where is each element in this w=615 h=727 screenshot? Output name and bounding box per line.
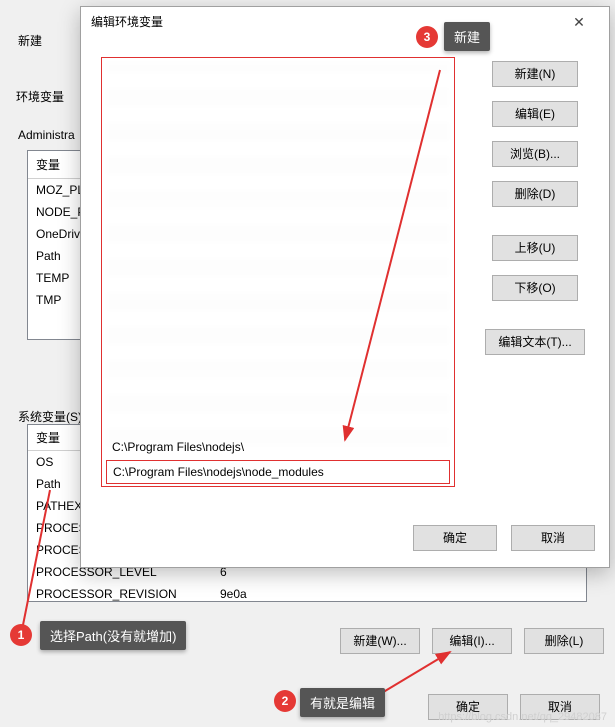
modal-cancel-button[interactable]: 取消 bbox=[511, 525, 595, 551]
env-section-label: 环境变量 bbox=[12, 88, 68, 105]
callout-1-badge: 1 bbox=[10, 624, 32, 646]
move-down-button[interactable]: 下移(O) bbox=[492, 275, 578, 301]
sys-section-label: 系统变量(S) bbox=[18, 408, 82, 425]
modal-confirm-row: 确定 取消 bbox=[413, 525, 595, 551]
move-up-button[interactable]: 上移(U) bbox=[492, 235, 578, 261]
blurred-entries bbox=[106, 62, 450, 446]
callout-2-label: 有就是编辑 bbox=[300, 688, 385, 717]
dialog-titlebar[interactable]: 编辑环境变量 ✕ bbox=[81, 7, 609, 37]
toolbar-new-label[interactable]: 新建 bbox=[18, 32, 42, 49]
delete-entry-button[interactable]: 删除(D) bbox=[492, 181, 578, 207]
callout-3-badge: 3 bbox=[416, 26, 438, 48]
callout-3-label: 新建 bbox=[444, 22, 490, 51]
list-item-highlighted[interactable]: C:\Program Files\nodejs\node_modules bbox=[106, 460, 450, 484]
modal-ok-button[interactable]: 确定 bbox=[413, 525, 497, 551]
table-row[interactable]: PROCESSOR_REVISION9e0a bbox=[28, 583, 586, 605]
dialog-title: 编辑环境变量 bbox=[91, 7, 163, 37]
visible-path-rows: C:\Program Files\nodejs\ C:\Program File… bbox=[106, 436, 450, 484]
new-entry-button[interactable]: 新建(N) bbox=[492, 61, 578, 87]
delete-sysvar-button[interactable]: 删除(L) bbox=[524, 628, 604, 654]
new-sysvar-button[interactable]: 新建(W)... bbox=[340, 628, 420, 654]
callout-1-label: 选择Path(没有就增加) bbox=[40, 621, 186, 650]
edit-env-var-dialog: 编辑环境变量 ✕ C:\Program Files\nodejs\ C:\Pro… bbox=[80, 6, 610, 568]
path-entries-list[interactable]: C:\Program Files\nodejs\ C:\Program File… bbox=[101, 57, 455, 487]
watermark: https://blog.csdn.net/qq_29482087 bbox=[438, 711, 607, 723]
sys-vars-button-row: 新建(W)... 编辑(I)... 删除(L) bbox=[340, 628, 604, 654]
callout-2-badge: 2 bbox=[274, 690, 296, 712]
list-item[interactable]: C:\Program Files\nodejs\ bbox=[106, 436, 450, 458]
close-icon[interactable]: ✕ bbox=[559, 7, 599, 37]
edit-entry-button[interactable]: 编辑(E) bbox=[492, 101, 578, 127]
edit-text-button[interactable]: 编辑文本(T)... bbox=[485, 329, 585, 355]
edit-sysvar-button[interactable]: 编辑(I)... bbox=[432, 628, 512, 654]
admin-section-label: Administra bbox=[18, 128, 75, 142]
browse-button[interactable]: 浏览(B)... bbox=[492, 141, 578, 167]
modal-side-buttons: 新建(N) 编辑(E) 浏览(B)... 删除(D) 上移(U) 下移(O) 编… bbox=[475, 61, 595, 369]
